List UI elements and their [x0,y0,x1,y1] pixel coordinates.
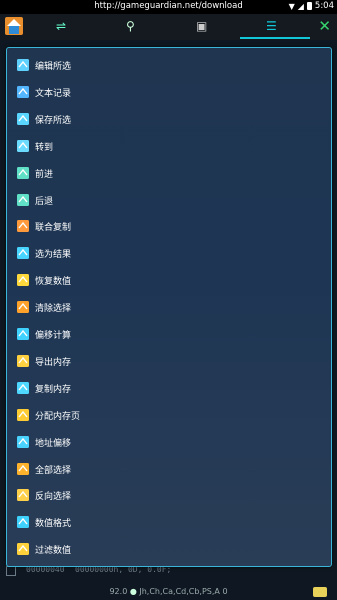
menu-item[interactable]: 编辑所选 [7,53,331,79]
menu-item-label: 分配内存页 [35,411,81,422]
menu-item[interactable]: 文本记录 [7,80,331,106]
menu-item-label: 转到 [35,142,54,153]
edit-selected-icon [17,59,29,71]
app-logo-icon[interactable] [4,16,24,36]
menu-item[interactable]: 转到 [7,134,331,160]
bottom-badge-icon [313,587,327,597]
joint-copy-icon [17,220,29,233]
menu-item[interactable]: 清除选择 [7,295,331,321]
menu-item[interactable]: 选为结果 [7,241,331,267]
status-url: http://gameguardian.net/download [94,1,243,11]
menu-item-label: 清除选择 [35,304,72,315]
edit-tab-icon[interactable]: ▣ [196,19,207,33]
close-icon[interactable]: ✕ [318,17,331,35]
menu-item-label: 地址偏移 [35,438,72,449]
save-selected-icon [17,112,29,125]
context-menu-dialog: 编辑所选文本记录保存所选转到前进后退联合复制选为结果恢复数值清除选择偏移计算导出… [6,47,332,567]
menu-item[interactable]: 前进 [7,161,331,187]
menu-item[interactable]: 全部选择 [7,457,331,483]
menu-item-label: 复制内存 [35,384,72,395]
menu-item-label: 过滤数值 [35,546,72,557]
menu-item-label: 保存所选 [35,115,72,126]
offset-calc-icon [17,328,29,340]
copy-memory-icon [17,381,29,394]
menu-item[interactable]: 复制内存 [7,376,331,402]
menu-item-label: 反向选择 [35,492,72,503]
menu-item-label: 全部选择 [35,465,72,476]
filter-values-icon [17,543,29,556]
select-as-result-icon [17,247,29,260]
menu-item-label: 编辑所选 [35,62,72,72]
menu-item[interactable]: 偏移计算 [7,322,331,348]
signal-icon: ◢ [297,1,304,11]
bottom-status-a: 92.0 [109,587,128,596]
menu-item-label: 前进 [35,169,54,180]
menu-item[interactable]: 联合复制 [7,214,331,240]
invert-selection-icon [17,489,29,502]
menu-item-label: 文本记录 [35,88,72,99]
settings-tab-icon[interactable]: ⇌ [56,19,66,33]
status-bar: http://gameguardian.net/download ▼ ◢ 5:0… [0,0,337,14]
address-offset-icon [17,435,29,448]
menu-item-label: 联合复制 [35,223,72,234]
notification-icon: ▼ [288,1,295,11]
allocate-page-icon [17,408,29,421]
goto-arrow-icon [17,139,29,152]
menu-item[interactable]: 导出内存 [7,349,331,375]
menu-item[interactable]: 分配内存页 [7,403,331,429]
menu-item[interactable]: 数值格式 [7,510,331,536]
menu-item-label: 数值格式 [35,519,72,530]
back-arrow-icon [17,193,29,206]
menu-item[interactable]: 恢复数值 [7,268,331,294]
status-time: 5:04 [314,1,334,11]
text-log-icon [17,85,29,98]
value-format-icon [17,516,29,529]
menu-item-label: 选为结果 [35,250,72,261]
menu-item[interactable]: 后退 [7,188,331,214]
row-checkbox[interactable] [6,566,16,576]
menu-item-label: 后退 [35,196,54,207]
menu-item[interactable]: 地址偏移 [7,430,331,456]
clear-selection-icon [17,301,29,314]
active-tab-indicator [240,37,310,39]
forward-arrow-icon [17,166,29,179]
app-toolbar: ⇌ ⚲ ▣ ☰ ✕ [0,14,337,40]
export-memory-icon [17,354,29,367]
menu-item[interactable]: 保存所选 [7,107,331,133]
menu-item[interactable]: 过滤数值 [7,537,331,563]
restore-values-icon [17,274,29,287]
bottom-status-bar: 92.0 ● Jh,Ch,Ca,Cd,Cb,PS,A 0 [0,584,337,600]
menu-item[interactable]: 反向选择 [7,483,331,509]
menu-item-label: 偏移计算 [35,331,72,341]
list-tab-icon[interactable]: ☰ [266,19,277,33]
status-right: ▼ ◢ 5:04 [289,1,334,11]
menu-item-label: 恢复数值 [35,277,72,288]
menu-item-label: 导出内存 [35,357,72,368]
bottom-status-b: Jh,Ch,Ca,Cd,Cb,PS,A 0 [139,587,228,596]
search-tab-icon[interactable]: ⚲ [126,19,135,33]
select-all-icon [17,462,29,475]
battery-icon [306,2,312,10]
